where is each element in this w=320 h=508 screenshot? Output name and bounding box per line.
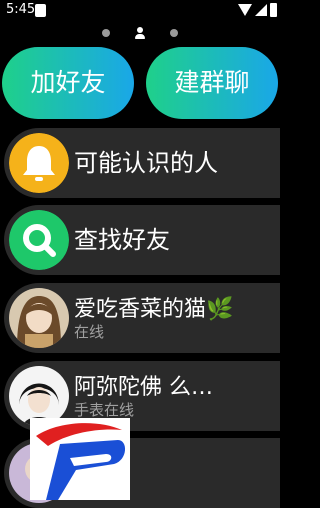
notification-icon bbox=[35, 4, 46, 17]
status-bar: 5:45 bbox=[0, 0, 280, 22]
page-dot[interactable] bbox=[102, 29, 110, 37]
list-item-title: 阿弥陀佛 么… bbox=[74, 375, 213, 400]
contacts-page-icon[interactable] bbox=[135, 27, 145, 39]
status-time: 5:45 bbox=[6, 2, 36, 17]
page-indicator bbox=[0, 27, 280, 39]
avatar bbox=[9, 366, 69, 426]
list-item-subtitle: 手表在线 bbox=[74, 401, 135, 419]
create-group-button[interactable]: 建群聊 bbox=[146, 47, 278, 119]
search-icon bbox=[9, 210, 69, 270]
wifi-icon bbox=[238, 4, 252, 16]
list-item-subtitle: 在线 bbox=[74, 323, 105, 341]
list-item-friend[interactable]: 爱吃香菜的猫🌿 在线 bbox=[4, 283, 280, 353]
list-item-title: 爱吃香菜的猫🌿 bbox=[74, 297, 234, 322]
list-item-title: 可能认识的人 bbox=[74, 149, 218, 177]
avatar bbox=[9, 288, 69, 348]
list-item-find-friends[interactable]: 查找好友 bbox=[4, 205, 280, 275]
bell-icon bbox=[9, 133, 69, 193]
add-friend-button[interactable]: 加好友 bbox=[2, 47, 134, 119]
signal-icon bbox=[255, 4, 267, 16]
battery-icon bbox=[270, 3, 277, 17]
watermark-logo bbox=[30, 418, 130, 500]
page-dot[interactable] bbox=[170, 29, 178, 37]
list-item-people-you-may-know[interactable]: 可能认识的人 bbox=[4, 128, 280, 198]
list-item-title: 查找好友 bbox=[74, 226, 170, 254]
